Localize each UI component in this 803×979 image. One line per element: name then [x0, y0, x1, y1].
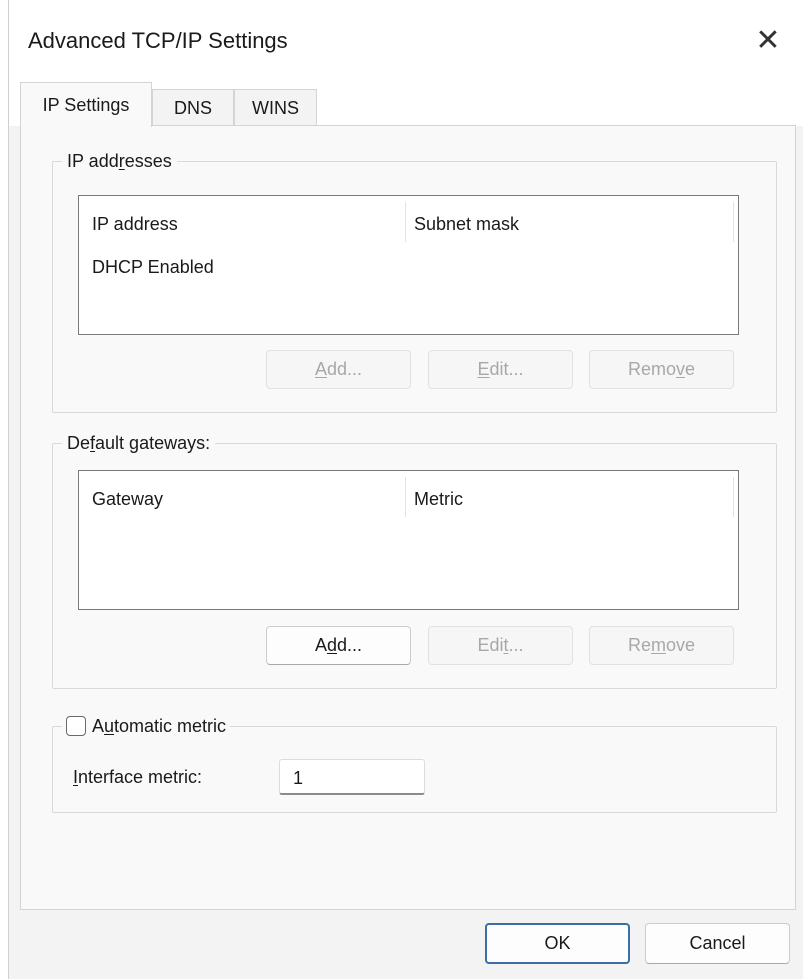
gateway-edit-button[interactable]: Edi t...	[428, 626, 573, 665]
tab-dns-label: DNS	[173, 97, 212, 118]
ok-button[interactable]: OK	[485, 923, 630, 964]
advanced-tcpip-dialog: Advanced TCP/IP Settings ✕ IP Settings D…	[8, 0, 803, 979]
ip-addresses-legend: IP addresses	[67, 151, 172, 171]
default-gateways-legend: Default gateways:	[67, 433, 211, 453]
title-bar: Advanced TCP/IP Settings ✕	[9, 0, 803, 82]
column-header-ip-address[interactable]: IP address	[92, 214, 178, 235]
interface-metric-label: Interface metric:	[73, 767, 203, 787]
gateway-add-button[interactable]: Ad d...	[266, 626, 411, 665]
cancel-button[interactable]: Cancel	[645, 923, 790, 964]
close-button[interactable]: ✕	[746, 18, 790, 62]
tab-wins-label: WINS	[252, 97, 299, 118]
column-header-subnet-mask[interactable]: Subnet mask	[414, 214, 519, 235]
tab-strip: IP Settings DNS WINS	[9, 82, 803, 127]
column-divider[interactable]	[733, 202, 734, 242]
column-divider[interactable]	[405, 202, 406, 242]
automatic-metric-checkbox[interactable]: Automatic metric	[62, 716, 230, 737]
ip-add-button[interactable]: Add...	[266, 350, 411, 389]
gateway-remove-button[interactable]: Re m ove	[589, 626, 734, 665]
list-item-dhcp-enabled[interactable]: DHCP Enabled	[92, 257, 214, 278]
column-header-metric[interactable]: Metric	[414, 489, 463, 510]
close-icon: ✕	[755, 23, 781, 57]
column-divider[interactable]	[733, 477, 734, 517]
gateway-list[interactable]: Gateway Metric	[78, 470, 739, 610]
tab-dns[interactable]: DNS	[152, 89, 234, 126]
ip-edit-button[interactable]: Edit...	[428, 350, 573, 389]
interface-metric-input[interactable]: 1	[279, 759, 425, 795]
column-divider[interactable]	[405, 477, 406, 517]
ip-settings-panel: IP addresses IP address Subnet mask DHCP…	[20, 125, 796, 910]
ip-remove-button[interactable]: Remo v e	[589, 350, 734, 389]
tab-ip-settings-label: IP Settings	[42, 94, 130, 115]
column-header-gateway[interactable]: Gateway	[92, 489, 163, 510]
checkbox-box[interactable]	[66, 716, 86, 736]
ip-address-list[interactable]: IP address Subnet mask DHCP Enabled	[78, 195, 739, 335]
tab-wins[interactable]: WINS	[234, 89, 317, 126]
dialog-title: Advanced TCP/IP Settings	[28, 28, 288, 53]
tab-ip-settings[interactable]: IP Settings	[20, 82, 152, 127]
